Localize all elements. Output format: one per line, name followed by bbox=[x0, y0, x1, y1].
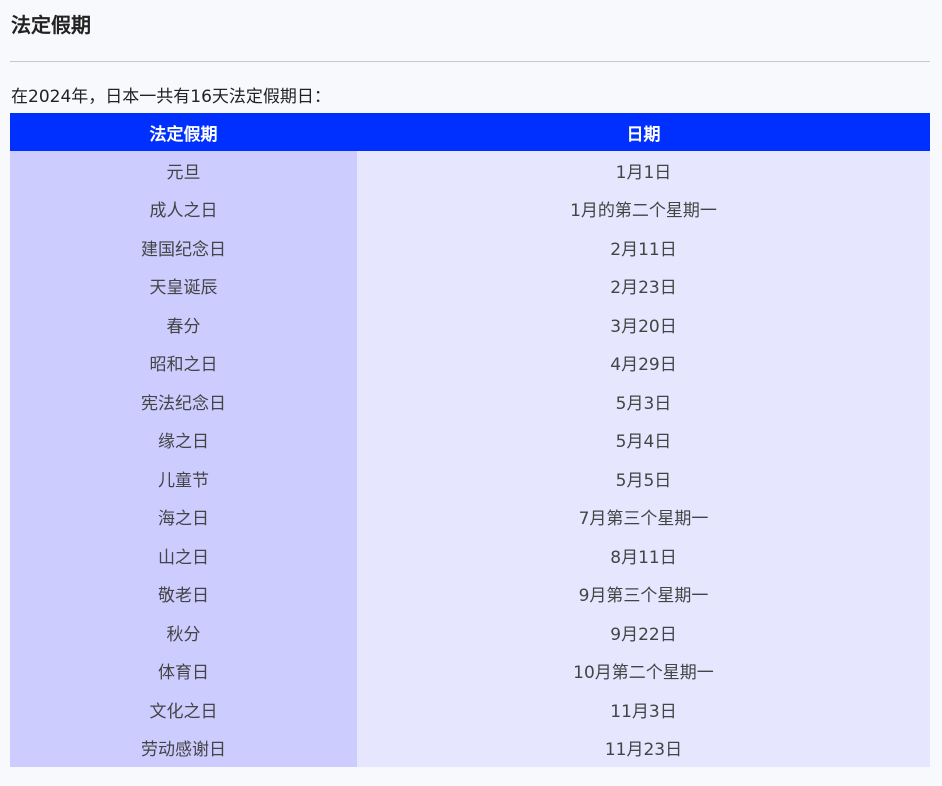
holiday-date-cell: 5月5日 bbox=[357, 459, 930, 498]
holiday-name-cell: 春分 bbox=[10, 305, 357, 344]
column-header-holiday: 法定假期 bbox=[10, 113, 357, 151]
holiday-table: 法定假期 日期 元旦 1月1日 成人之日 1月的第二个星期一 建国纪念日 2月1… bbox=[10, 113, 930, 767]
table-row: 春分 3月20日 bbox=[10, 305, 930, 344]
holiday-name-cell: 海之日 bbox=[10, 497, 357, 536]
table-row: 宪法纪念日 5月3日 bbox=[10, 382, 930, 421]
holiday-name-cell: 秋分 bbox=[10, 613, 357, 652]
page-title: 法定假期 bbox=[11, 13, 91, 37]
table-row: 体育日 10月第二个星期一 bbox=[10, 651, 930, 690]
table-row: 天皇诞辰 2月23日 bbox=[10, 266, 930, 305]
table-row: 昭和之日 4月29日 bbox=[10, 343, 930, 382]
table-header-row: 法定假期 日期 bbox=[10, 113, 930, 151]
holiday-date-cell: 4月29日 bbox=[357, 343, 930, 382]
intro-text: 在2024年，日本一共有16天法定假期日： bbox=[11, 87, 331, 107]
table-row: 劳动感谢日 11月23日 bbox=[10, 728, 930, 767]
holiday-date-cell: 11月3日 bbox=[357, 690, 930, 729]
holiday-date-cell: 8月11日 bbox=[357, 536, 930, 575]
holiday-date-cell: 5月4日 bbox=[357, 420, 930, 459]
page: 法定假期 在2024年，日本一共有16天法定假期日： 法定假期 日期 元旦 1月… bbox=[0, 0, 942, 786]
holiday-date-cell: 2月11日 bbox=[357, 228, 930, 267]
holiday-name-cell: 成人之日 bbox=[10, 189, 357, 228]
holiday-name-cell: 昭和之日 bbox=[10, 343, 357, 382]
holiday-date-cell: 11月23日 bbox=[357, 728, 930, 767]
holiday-name-cell: 敬老日 bbox=[10, 574, 357, 613]
holiday-date-cell: 2月23日 bbox=[357, 266, 930, 305]
holiday-date-cell: 1月1日 bbox=[357, 151, 930, 190]
holiday-name-cell: 劳动感谢日 bbox=[10, 728, 357, 767]
table-row: 成人之日 1月的第二个星期一 bbox=[10, 189, 930, 228]
table-row: 海之日 7月第三个星期一 bbox=[10, 497, 930, 536]
table-row: 儿童节 5月5日 bbox=[10, 459, 930, 498]
table-row: 敬老日 9月第三个星期一 bbox=[10, 574, 930, 613]
holiday-name-cell: 宪法纪念日 bbox=[10, 382, 357, 421]
holiday-date-cell: 1月的第二个星期一 bbox=[357, 189, 930, 228]
table-row: 山之日 8月11日 bbox=[10, 536, 930, 575]
holiday-name-cell: 天皇诞辰 bbox=[10, 266, 357, 305]
table-row: 缘之日 5月4日 bbox=[10, 420, 930, 459]
holiday-date-cell: 7月第三个星期一 bbox=[357, 497, 930, 536]
holiday-name-cell: 元旦 bbox=[10, 151, 357, 190]
holiday-name-cell: 儿童节 bbox=[10, 459, 357, 498]
holiday-date-cell: 9月22日 bbox=[357, 613, 930, 652]
holiday-name-cell: 山之日 bbox=[10, 536, 357, 575]
holiday-date-cell: 5月3日 bbox=[357, 382, 930, 421]
table-row: 文化之日 11月3日 bbox=[10, 690, 930, 729]
table-row: 秋分 9月22日 bbox=[10, 613, 930, 652]
holiday-name-cell: 体育日 bbox=[10, 651, 357, 690]
holiday-name-cell: 文化之日 bbox=[10, 690, 357, 729]
table-row: 建国纪念日 2月11日 bbox=[10, 228, 930, 267]
table-row: 元旦 1月1日 bbox=[10, 151, 930, 190]
holiday-date-cell: 10月第二个星期一 bbox=[357, 651, 930, 690]
holiday-name-cell: 建国纪念日 bbox=[10, 228, 357, 267]
holiday-date-cell: 3月20日 bbox=[357, 305, 930, 344]
column-header-date: 日期 bbox=[357, 113, 930, 151]
divider bbox=[10, 61, 930, 62]
holiday-date-cell: 9月第三个星期一 bbox=[357, 574, 930, 613]
holiday-name-cell: 缘之日 bbox=[10, 420, 357, 459]
